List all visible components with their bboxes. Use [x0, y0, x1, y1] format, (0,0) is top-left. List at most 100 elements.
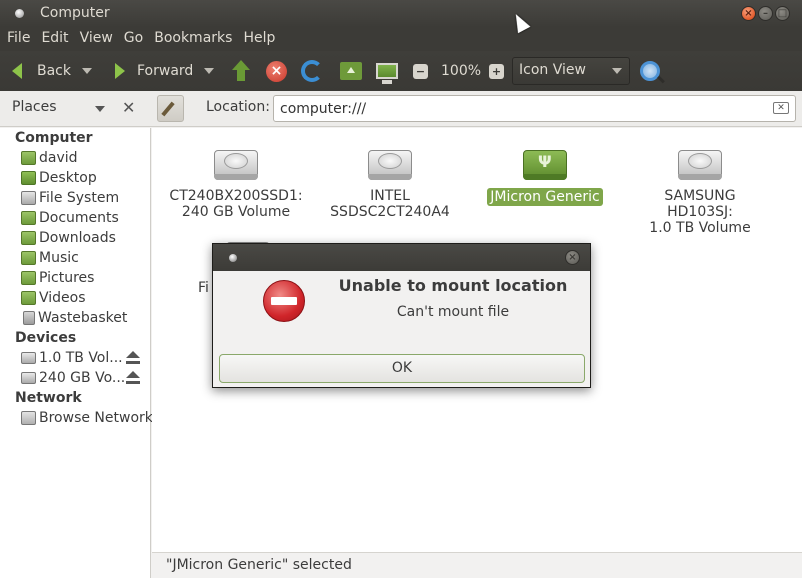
sidebar-item-label: 240 GB Vo... [39, 370, 126, 386]
eject-icon[interactable] [126, 371, 140, 385]
back-arrow-icon [12, 63, 22, 79]
menu-go[interactable]: Go [124, 27, 149, 51]
error-dialog: × Unable to mount location Can't mount f… [212, 243, 591, 388]
toolbar: Back Forward × − 100% + Icon View [0, 51, 802, 91]
app-menu-icon[interactable] [15, 9, 24, 18]
title-bar[interactable]: Computer × – □ [0, 0, 802, 27]
sidebar-item-label: Videos [39, 290, 86, 306]
file-label-line1: SAMSUNG HD103SJ: [664, 188, 736, 220]
sidebar-item-pictures[interactable]: Pictures [21, 268, 149, 288]
zoom-in-button[interactable]: + [489, 51, 504, 91]
reload-button[interactable] [301, 51, 323, 91]
minimize-window-button[interactable]: – [758, 6, 773, 21]
chevron-down-icon[interactable] [95, 106, 105, 112]
sidebar-heading-network: Network [15, 390, 82, 406]
sidebar-item-desktop[interactable]: Desktop [21, 168, 149, 188]
file-item-intel-ssd[interactable]: INTEL SSDSC2CT240A4 [320, 144, 460, 220]
file-system-icon [21, 191, 36, 205]
window-controls: × – □ [741, 6, 790, 21]
view-mode-select[interactable]: Icon View [512, 57, 630, 85]
network-icon [21, 411, 36, 425]
sidebar-item-wastebasket[interactable]: Wastebasket [21, 308, 149, 328]
pictures-folder-icon [21, 271, 36, 285]
chevron-down-icon [204, 68, 214, 74]
hard-drive-icon [678, 144, 722, 182]
up-arrow-icon [230, 60, 252, 82]
dialog-title-bar[interactable]: × [213, 244, 590, 271]
view-mode-label: Icon View [519, 62, 586, 78]
menu-edit[interactable]: Edit [41, 27, 74, 51]
home-folder-icon [21, 151, 36, 165]
forward-button[interactable]: Forward [115, 51, 193, 91]
eject-icon[interactable] [126, 351, 140, 365]
sidebar-item-label: Downloads [39, 230, 116, 246]
pencil-icon [161, 101, 175, 117]
back-history-dropdown[interactable] [82, 51, 92, 91]
zoom-out-icon: − [413, 63, 428, 79]
dialog-close-button[interactable]: × [565, 250, 580, 265]
menu-help[interactable]: Help [243, 27, 281, 51]
hard-drive-icon [368, 144, 412, 182]
menu-file[interactable]: File [7, 27, 36, 51]
menu-bar: File Edit View Go Bookmarks Help [0, 27, 802, 51]
stop-icon: × [266, 60, 287, 82]
chevron-down-icon [612, 68, 622, 74]
hard-drive-icon [21, 372, 36, 384]
music-folder-icon [21, 251, 36, 265]
window-title: Computer [40, 5, 110, 21]
file-item-samsung-hd103sj[interactable]: SAMSUNG HD103SJ: 1.0 TB Volume [630, 144, 770, 236]
zoom-level[interactable]: 100% [441, 51, 481, 91]
up-button[interactable] [230, 51, 252, 91]
chevron-down-icon [82, 68, 92, 74]
forward-history-dropdown[interactable] [204, 51, 214, 91]
computer-button[interactable] [376, 51, 398, 91]
dialog-app-menu-icon[interactable] [229, 254, 237, 262]
file-manager-window: Computer × – □ File Edit View Go Bookmar… [0, 0, 802, 578]
downloads-folder-icon [21, 231, 36, 245]
menu-bookmarks[interactable]: Bookmarks [154, 27, 238, 51]
location-label: Location: [206, 99, 270, 115]
places-label[interactable]: Places [12, 99, 57, 115]
close-window-button[interactable]: × [741, 6, 756, 21]
forward-label: Forward [137, 63, 194, 79]
forward-arrow-icon [115, 63, 125, 79]
sidebar-item-music[interactable]: Music [21, 248, 149, 268]
sidebar-item-downloads[interactable]: Downloads [21, 228, 149, 248]
documents-folder-icon [21, 211, 36, 225]
sidebar-item-documents[interactable]: Documents [21, 208, 149, 228]
sidebar-item-david[interactable]: david [21, 148, 149, 168]
file-item-jmicron-generic[interactable]: Ψ JMicron Generic [475, 144, 615, 206]
home-button[interactable] [340, 51, 362, 91]
zoom-out-button[interactable]: − [413, 51, 428, 91]
ok-button[interactable]: OK [219, 354, 585, 383]
stop-button[interactable]: × [266, 51, 287, 91]
status-text: "JMicron Generic" selected [166, 557, 352, 573]
sidebar-item-browse-network[interactable]: Browse Network [21, 408, 153, 428]
sidebar-item-label: Desktop [39, 170, 97, 186]
error-icon [263, 280, 305, 322]
back-label: Back [37, 63, 71, 79]
clear-location-icon[interactable]: ✕ [773, 102, 789, 114]
sidebar-item-label: Documents [39, 210, 119, 226]
maximize-window-button[interactable]: □ [775, 6, 790, 21]
file-label-line2: 1.0 TB Volume [649, 220, 751, 236]
location-input[interactable] [273, 95, 796, 122]
sidebar-heading-devices: Devices [15, 330, 77, 346]
toggle-location-entry-button[interactable] [157, 95, 184, 122]
search-button[interactable] [640, 51, 660, 91]
file-label-line1: INTEL [370, 188, 410, 204]
sidebar-item-label: 1.0 TB Vol... [39, 350, 123, 366]
sidebar-item-file-system[interactable]: File System [21, 188, 149, 208]
desktop-icon [21, 171, 36, 185]
back-button[interactable]: Back [12, 51, 71, 91]
close-sidebar-button[interactable]: ✕ [122, 98, 135, 117]
sidebar-item-label: david [39, 150, 78, 166]
computer-icon [376, 63, 398, 84]
menu-view[interactable]: View [80, 27, 119, 51]
sidebar-item-videos[interactable]: Videos [21, 288, 149, 308]
file-item-ct240bx200ssd1[interactable]: CT240BX200SSD1: 240 GB Volume [166, 144, 306, 220]
dialog-heading: Unable to mount location [338, 276, 568, 295]
file-label-line2: 240 GB Volume [181, 204, 291, 220]
sidebar-item-label: Pictures [39, 270, 95, 286]
zoom-level-label: 100% [441, 63, 482, 79]
